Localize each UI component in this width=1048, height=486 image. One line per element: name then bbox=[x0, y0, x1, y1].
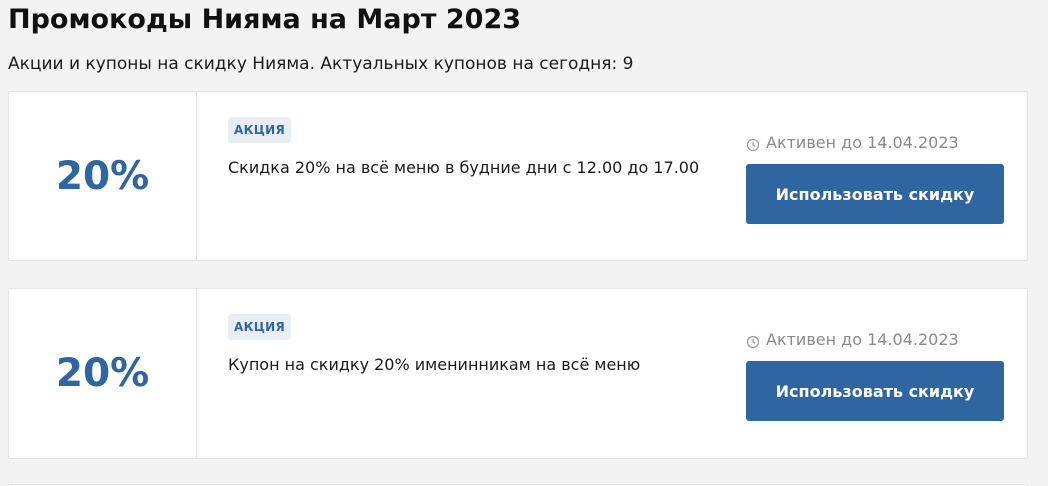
coupon-description: Купон на скидку 20% именинникам на всё м… bbox=[228, 355, 641, 374]
coupon-expiry: Активен до 14.04.2023 bbox=[746, 132, 959, 154]
promo-page: Промокоды Нияма на Март 2023 Акции и куп… bbox=[0, 0, 1048, 486]
use-discount-button[interactable]: Использовать скидку bbox=[746, 361, 1004, 421]
coupon-expiry: Активен до 14.04.2023 bbox=[746, 329, 959, 351]
clock-icon bbox=[746, 333, 760, 349]
coupon-type-badge: АКЦИЯ bbox=[228, 117, 292, 143]
page-subtitle: Акции и купоны на скидку Нияма. Актуальн… bbox=[8, 54, 634, 74]
coupon-card: 20% АКЦИЯ Скидка 20% на всё меню в будни… bbox=[8, 91, 1028, 261]
coupon-expiry-text: Активен до 14.04.2023 bbox=[766, 330, 959, 349]
page-title: Промокоды Нияма на Март 2023 bbox=[8, 4, 522, 35]
clock-icon bbox=[746, 136, 760, 152]
use-discount-button[interactable]: Использовать скидку bbox=[746, 164, 1004, 224]
discount-value: 20% bbox=[9, 289, 197, 458]
discount-value: 20% bbox=[9, 92, 197, 260]
coupon-description: Скидка 20% на всё меню в будние дни с 12… bbox=[228, 158, 700, 177]
coupon-card: 20% АКЦИЯ Купон на скидку 20% именинника… bbox=[8, 288, 1028, 459]
coupon-expiry-text: Активен до 14.04.2023 bbox=[766, 133, 959, 152]
coupon-type-badge: АКЦИЯ bbox=[228, 314, 292, 340]
